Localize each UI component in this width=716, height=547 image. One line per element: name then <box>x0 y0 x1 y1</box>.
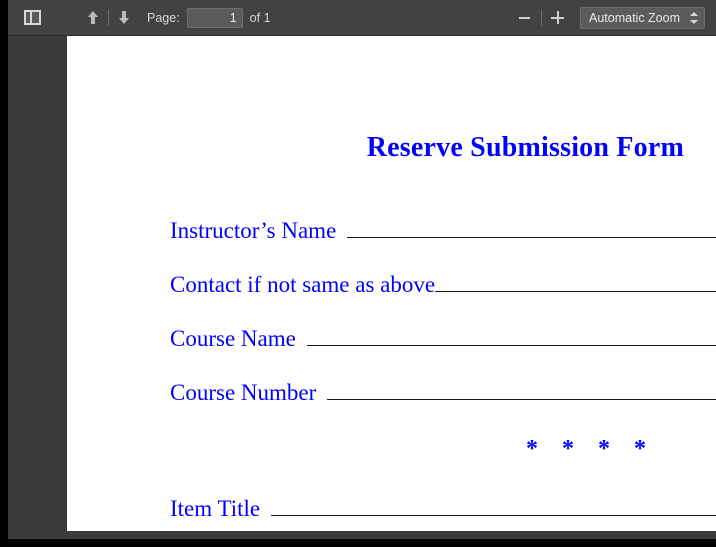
sidebar-toggle-button[interactable] <box>18 6 46 30</box>
form-field-course-number: Course Number <box>170 380 716 406</box>
page-count-label: of 1 <box>249 10 271 25</box>
pdf-toolbar: Page: of 1 Automatic Zoom <box>8 0 716 36</box>
zoom-out-button[interactable] <box>513 6 537 30</box>
field-blank-line[interactable] <box>327 399 716 400</box>
zoom-level-select[interactable]: Automatic Zoom <box>579 6 705 29</box>
pdf-viewer-window: Page: of 1 Automatic Zoom Reserve Submis… <box>0 0 716 547</box>
zoom-level-value: Automatic Zoom <box>588 10 680 25</box>
field-label: Contact if not same as above <box>170 272 436 297</box>
form-field-course-name: Course Name <box>170 326 716 352</box>
plus-icon <box>551 11 565 24</box>
field-blank-line[interactable] <box>271 515 716 516</box>
pdf-page: Reserve Submission Form Instructor’s Nam… <box>67 36 716 531</box>
spinner-arrows-icon <box>690 11 699 25</box>
field-label: Item Title <box>170 496 261 521</box>
field-label: Instructor’s Name <box>170 218 337 243</box>
previous-page-button[interactable] <box>82 6 104 30</box>
minus-icon <box>519 16 531 19</box>
arrow-down-icon <box>118 11 130 24</box>
sidebar-panel-icon <box>23 10 41 25</box>
page-label: Page: <box>147 10 180 25</box>
zoom-in-button[interactable] <box>546 6 570 30</box>
field-blank-line[interactable] <box>347 237 716 238</box>
field-blank-line[interactable] <box>435 291 716 292</box>
field-label: Course Number <box>170 380 317 405</box>
toolbar-divider <box>108 9 109 26</box>
zoom-controls-group: Automatic Zoom <box>513 6 705 30</box>
page-number-group: Page: of 1 <box>147 7 271 28</box>
section-separator-asterisks: * * * * <box>526 436 655 462</box>
next-page-button[interactable] <box>113 6 135 30</box>
toolbar-divider <box>540 9 542 26</box>
form-field-item-title: Item Title <box>170 496 716 522</box>
field-label: Course Name <box>170 326 296 351</box>
page-navigation-group <box>82 6 135 30</box>
arrow-up-icon <box>87 11 99 24</box>
page-number-input[interactable] <box>186 7 243 28</box>
field-blank-line[interactable] <box>306 345 716 346</box>
pdf-viewer-canvas-area[interactable]: Reserve Submission Form Instructor’s Nam… <box>8 36 716 539</box>
form-field-contact: Contact if not same as above <box>170 272 716 298</box>
form-field-instructor-name: Instructor’s Name <box>170 218 716 244</box>
document-title: Reserve Submission Form <box>366 132 684 163</box>
